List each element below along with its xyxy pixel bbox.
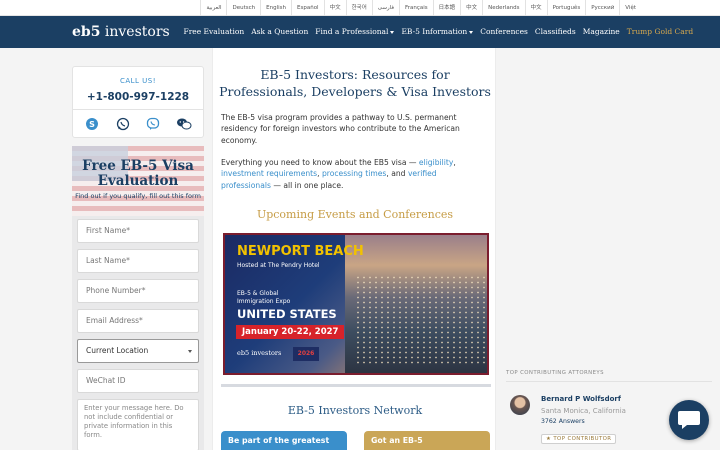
language-link[interactable]: 日本語 — [432, 0, 461, 16]
call-us-label: CALL US! — [119, 77, 157, 85]
banner-title: NEWPORT BEACH — [237, 244, 364, 259]
language-link[interactable]: العربية — [200, 0, 226, 16]
resources-paragraph: Everything you need to know about the EB… — [221, 158, 456, 190]
attorney-answers[interactable]: 3762 Answers — [541, 418, 585, 425]
language-link[interactable]: Português — [546, 0, 586, 16]
main-content: EB-5 Investors: Resources for Profession… — [212, 48, 496, 450]
form-title: Free EB-5 Visa Evaluation — [82, 158, 194, 189]
network-heading: EB-5 Investors Network — [287, 404, 423, 417]
chevron-down-icon — [469, 30, 474, 34]
nav-free-evaluation[interactable]: Free Evaluation — [180, 16, 248, 48]
top-attorneys-heading: TOP CONTRIBUTING ATTORNEYS — [506, 370, 604, 376]
banner-dates: January 20-22, 2027 — [236, 325, 345, 339]
language-link[interactable]: 中文 — [524, 0, 547, 16]
attorney-name-link[interactable]: Bernard P Wolfsdorf — [541, 395, 621, 403]
network-card-question[interactable]: Got an EB-5 — [364, 431, 490, 450]
avatar[interactable] — [510, 395, 530, 415]
top-navigation: eb5 investors Free Evaluation Ask a Ques… — [0, 16, 720, 48]
banner-expo: EB-5 & Global Immigration Expo — [237, 290, 291, 305]
wechat-field[interactable]: WeChat ID — [77, 369, 199, 393]
viber-icon[interactable] — [143, 116, 163, 132]
divider — [221, 384, 491, 387]
nav-conferences[interactable]: Conferences — [477, 16, 532, 48]
language-link[interactable]: 한국어 — [345, 0, 372, 16]
eligibility-link[interactable]: eligibility — [419, 158, 453, 167]
current-location-value: Current Location — [86, 346, 149, 355]
form-subtitle: Find out if you qualify, fill out this f… — [75, 192, 201, 200]
language-link[interactable]: Việt — [619, 0, 641, 16]
evaluation-form: Free EB-5 Visa Evaluation Find out if yo… — [72, 146, 204, 450]
banner-logo: eb5 investors — [237, 349, 282, 357]
logo-text: investors — [104, 24, 170, 40]
language-link[interactable]: Nederlands — [482, 0, 524, 16]
contact-icons: S — [73, 116, 203, 132]
logo-mark: eb5 — [72, 24, 101, 40]
nav-find-professional[interactable]: Find a Professional — [312, 16, 398, 48]
chat-icon — [678, 411, 700, 429]
nav-menu: Free Evaluation Ask a Question Find a Pr… — [180, 16, 697, 48]
language-link[interactable]: Русский — [585, 0, 619, 16]
event-banner[interactable]: NEWPORT BEACH Hosted at The Pendry Hotel… — [223, 233, 489, 375]
language-link[interactable]: Español — [291, 0, 324, 16]
investment-requirements-link[interactable]: investment requirements — [221, 169, 317, 178]
divider — [73, 109, 203, 110]
site-logo[interactable]: eb5 investors — [72, 22, 170, 42]
banner-subtitle: Hosted at The Pendry Hotel — [237, 262, 320, 269]
language-link[interactable]: Deutsch — [226, 0, 260, 16]
nav-classifieds[interactable]: Classifieds — [531, 16, 579, 48]
language-link[interactable]: English — [260, 0, 291, 16]
language-link[interactable]: 中文 — [460, 0, 482, 16]
banner-country: UNITED STATES — [237, 307, 337, 321]
page-title: EB-5 Investors: Resources for Profession… — [219, 67, 491, 99]
events-heading: Upcoming Events and Conferences — [256, 208, 454, 221]
language-link[interactable]: 中文 — [323, 0, 346, 16]
language-bar: العربية Deutsch English Español 中文 한국어 فارسی Fr… — [0, 0, 720, 16]
language-list: العربية Deutsch English Español 中文 한국어 فارسی Fr… — [200, 0, 641, 16]
current-location-select[interactable]: Current Location — [77, 339, 199, 363]
language-link[interactable]: فارسی — [371, 0, 399, 16]
chevron-down-icon — [390, 30, 395, 34]
nav-ask-question[interactable]: Ask a Question — [248, 16, 312, 48]
chevron-down-icon — [188, 350, 192, 353]
language-link[interactable]: Français — [398, 0, 433, 16]
email-field[interactable]: Email Address* — [77, 309, 199, 333]
divider — [506, 381, 712, 382]
top-contributor-badge: ★ TOP CONTRIBUTOR — [541, 434, 617, 444]
message-textarea[interactable]: Enter your message here. Do not include … — [77, 399, 199, 450]
last-name-field[interactable]: Last Name* — [77, 249, 199, 273]
first-name-field[interactable]: First Name* — [77, 219, 199, 243]
processing-times-link[interactable]: processing times — [322, 169, 386, 178]
attorney-location: Santa Monica, California — [541, 407, 626, 415]
nav-eb5-information[interactable]: EB-5 Information — [398, 16, 477, 48]
banner-badge: 2026 — [293, 347, 319, 361]
nav-trump-gold-card[interactable]: Trump Gold Card — [623, 16, 696, 48]
wechat-icon[interactable] — [174, 116, 194, 132]
whatsapp-icon[interactable] — [113, 116, 133, 132]
call-us-box: CALL US! +1-800-997-1228 S — [72, 66, 204, 138]
intro-paragraph: The EB-5 visa program provides a pathway… — [221, 113, 460, 145]
svg-text:S: S — [89, 120, 95, 129]
phone-number-link[interactable]: +1-800-997-1228 — [73, 91, 203, 103]
phone-field[interactable]: Phone Number* — [77, 279, 199, 303]
nav-magazine[interactable]: Magazine — [579, 16, 623, 48]
network-card-join[interactable]: Be part of the greatest — [221, 431, 347, 450]
chat-button[interactable] — [669, 400, 709, 440]
skype-icon[interactable]: S — [82, 116, 102, 132]
